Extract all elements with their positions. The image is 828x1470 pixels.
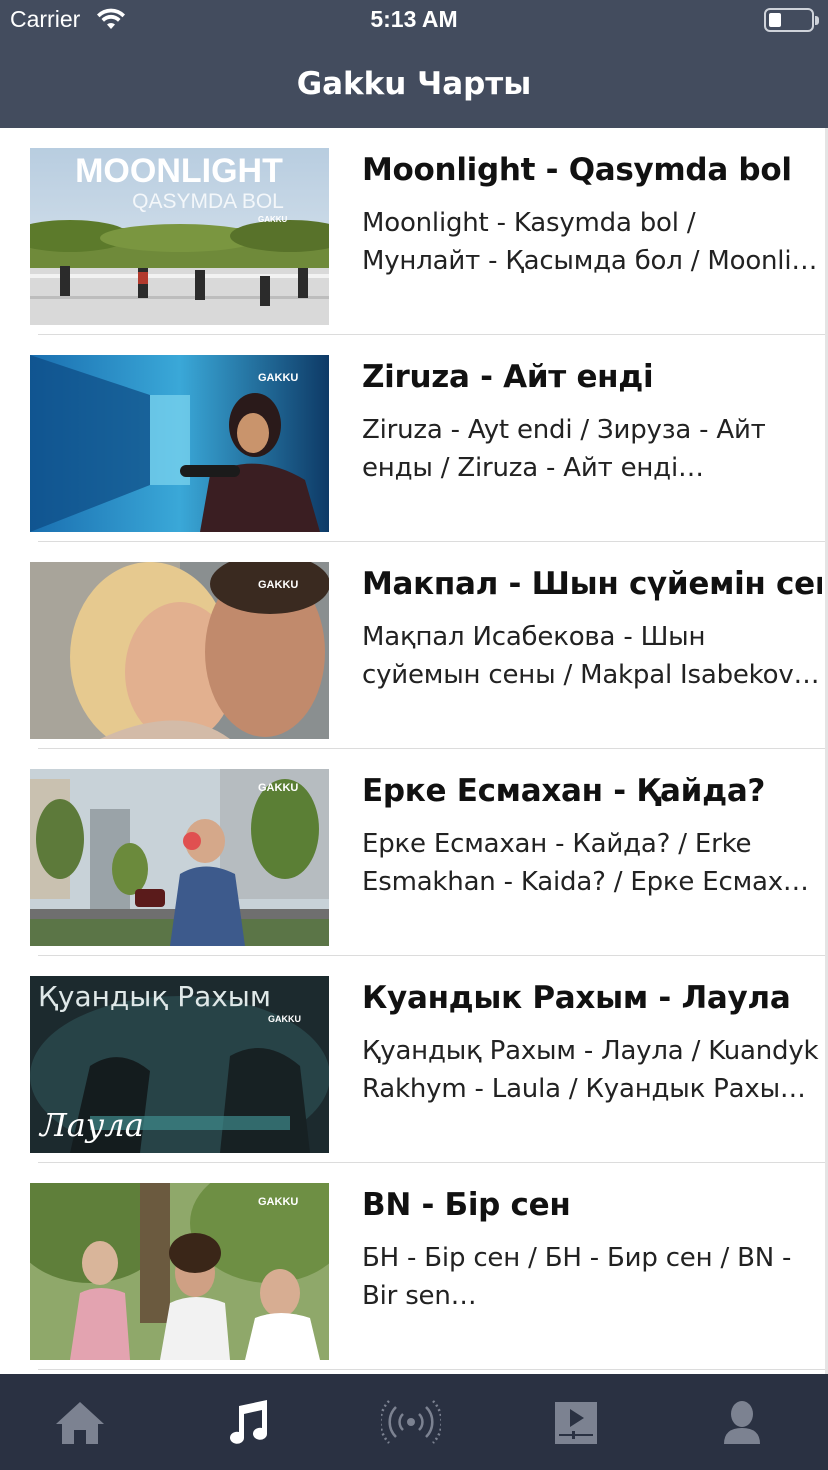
thumbnail-title: Қуандық Рахым xyxy=(38,980,271,1013)
tab-music[interactable] xyxy=(217,1396,277,1448)
gakku-logo: GAKKU xyxy=(258,1196,298,1208)
tab-home[interactable] xyxy=(50,1396,110,1448)
row-divider xyxy=(38,1369,828,1370)
list-item[interactable]: GAKKU Макпал - Шын сүйемін сені Мақпал И… xyxy=(0,542,828,749)
list-item[interactable]: MOONLIGHT QASYMDA BOL GAKKU Moonlight - … xyxy=(0,128,828,335)
item-title: Ерке Есмахан - Қайда? xyxy=(362,773,766,809)
list-item[interactable]: GAKKU Ziruza - Айт енді Ziruza - Ayt end… xyxy=(0,335,828,542)
video-thumbnail[interactable]: GAKKU xyxy=(30,1183,329,1360)
gakku-logo: GAKKU xyxy=(258,579,298,591)
video-thumbnail[interactable]: GAKKU xyxy=(30,769,329,946)
item-description: Ziruza - Ayt endi / Зируза - Айт енды / … xyxy=(362,415,766,483)
status-time: 5:13 AM xyxy=(370,6,458,32)
video-thumbnail[interactable]: MOONLIGHT QASYMDA BOL GAKKU xyxy=(30,148,329,325)
video-thumbnail[interactable]: Қуандық Рахым Лаула GAKKU xyxy=(30,976,329,1153)
tab-radio[interactable] xyxy=(381,1396,441,1448)
battery-icon xyxy=(764,8,819,32)
tab-bar xyxy=(0,1374,828,1470)
chart-list[interactable]: MOONLIGHT QASYMDA BOL GAKKU Moonlight - … xyxy=(0,128,828,1374)
item-title: Макпал - Шын сүйемін сені xyxy=(362,566,822,602)
thumbnail-subtitle: QASYMDA BOL xyxy=(132,190,284,213)
item-description: БН - Бір сен / БН - Бир сен / BN - Bir s… xyxy=(362,1243,792,1311)
gakku-logo: GAKKU xyxy=(268,1014,301,1024)
tab-video[interactable] xyxy=(546,1396,606,1448)
item-title: BN - Бір сен xyxy=(362,1187,571,1223)
item-title: Ziruza - Айт енді xyxy=(362,359,654,395)
video-player-icon xyxy=(555,1402,597,1444)
item-description: Ерке Есмахан - Кайда? / Erke Esmakhan - … xyxy=(362,829,822,897)
home-icon xyxy=(56,1402,104,1444)
item-description: Мақпал Исабекова - Шын суйемын сены / Ma… xyxy=(362,622,822,690)
tab-profile[interactable] xyxy=(712,1396,772,1448)
profile-icon xyxy=(724,1401,760,1444)
item-title: Moonlight - Qasymda bol xyxy=(362,152,792,188)
navigation-bar: Carrier 5:13 AM Gakku Чарты xyxy=(0,0,828,128)
thumbnail-script: Лаула xyxy=(38,1106,144,1144)
page-title: Gakku Чарты xyxy=(296,66,532,102)
music-note-icon xyxy=(230,1400,267,1444)
gakku-logo: GAKKU xyxy=(258,372,298,384)
gakku-logo: GAKKU xyxy=(258,215,288,224)
item-description: Қуандық Рахым - Лаула / Kuandyk Rakhym -… xyxy=(362,1036,822,1104)
radio-broadcast-icon xyxy=(381,1400,441,1444)
item-description: Moonlight - Kasymda bol / Мунлайт - Қасы… xyxy=(362,208,822,276)
thumbnail-title: MOONLIGHT xyxy=(75,152,283,190)
video-thumbnail[interactable]: GAKKU xyxy=(30,562,329,739)
list-item[interactable]: GAKKU BN - Бір сен БН - Бір сен / БН - Б… xyxy=(0,1163,828,1370)
list-item[interactable]: GAKKU Ерке Есмахан - Қайда? Ерке Есмахан… xyxy=(0,749,828,956)
status-bar: Carrier 5:13 AM xyxy=(0,0,828,42)
list-item[interactable]: Қуандық Рахым Лаула GAKKU Куандык Рахым … xyxy=(0,956,828,1163)
video-thumbnail[interactable]: GAKKU xyxy=(30,355,329,532)
item-title: Куандык Рахым - Лаула xyxy=(362,980,791,1016)
gakku-logo: GAKKU xyxy=(258,782,298,794)
